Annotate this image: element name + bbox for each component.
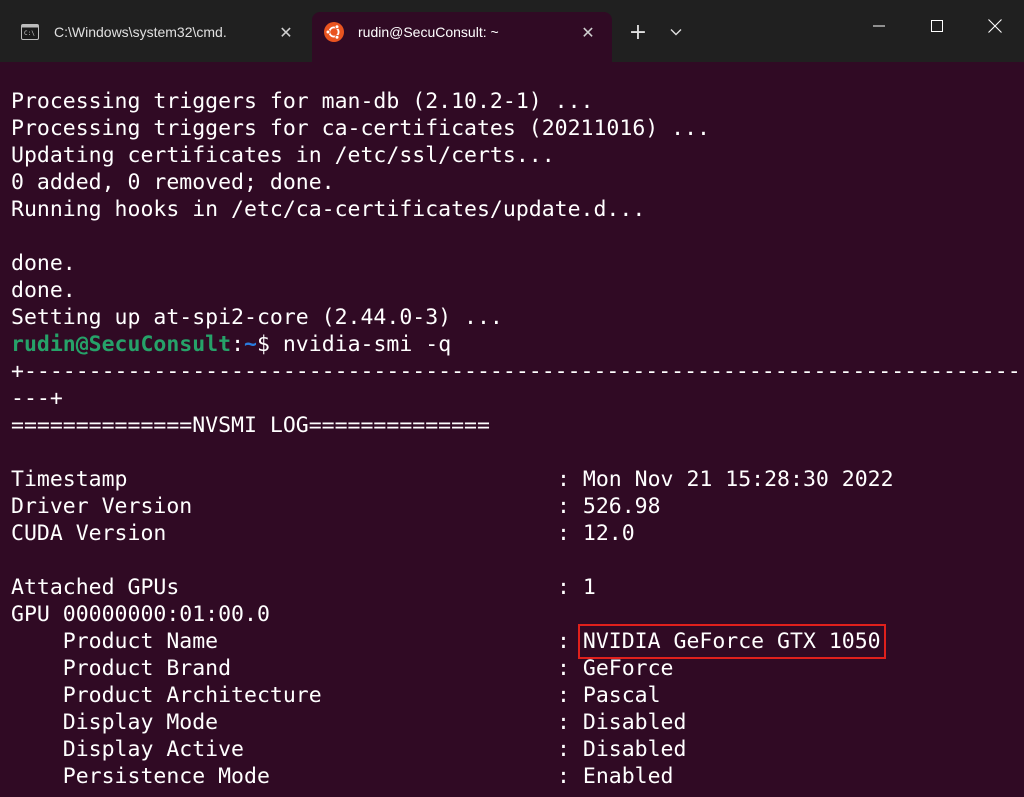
info-key: Product Brand [11, 656, 232, 681]
info-separator: : [557, 683, 583, 708]
tab-title: C:\Windows\system32\cmd. [54, 24, 227, 40]
prompt-colon: : [231, 332, 245, 357]
info-key: Attached GPUs [11, 575, 180, 600]
terminal-line: done. [11, 278, 76, 303]
info-separator: : [557, 494, 583, 519]
info-key: Product Name [11, 629, 219, 654]
cmd-icon: C:\ [20, 22, 40, 42]
info-value: Disabled [582, 710, 687, 735]
info-value: Pascal [582, 683, 661, 708]
table-border-wrap: ---+ [11, 386, 63, 411]
close-tab-icon[interactable]: ✕ [574, 18, 602, 46]
info-separator: : [557, 764, 583, 789]
info-key: Display Active [11, 737, 244, 762]
info-key: CUDA Version [11, 521, 167, 546]
info-separator: : [557, 656, 583, 681]
info-key: Timestamp [11, 467, 128, 492]
minimize-icon[interactable] [850, 0, 908, 52]
info-value: Disabled [582, 737, 687, 762]
terminal-output[interactable]: Processing triggers for man-db (2.10.2-1… [11, 88, 1021, 790]
chevron-down-icon[interactable] [662, 16, 690, 48]
info-row: Display Active: Disabled [11, 736, 1011, 763]
prompt-user-host: rudin@SecuConsult [11, 332, 232, 357]
info-row: Persistence Mode: Enabled [11, 763, 1011, 790]
tab-cmd[interactable]: C:\ C:\Windows\system32\cmd. ✕ [8, 12, 310, 52]
info-row: Attached GPUs: 1 [11, 574, 1011, 601]
info-key: Product Architecture [11, 683, 322, 708]
terminal-line: done. [11, 251, 76, 276]
info-key: Driver Version [11, 494, 193, 519]
prompt-path: ~ [244, 332, 257, 357]
new-tab-button[interactable]: + [622, 16, 654, 48]
info-row: Product Architecture: Pascal [11, 682, 1011, 709]
info-key: Persistence Mode [11, 764, 270, 789]
info-separator: : [557, 467, 583, 492]
close-tab-icon[interactable]: ✕ [272, 18, 300, 46]
info-separator: : [557, 629, 583, 654]
info-separator: : [557, 710, 583, 735]
info-value: 526.98 [582, 494, 661, 519]
tab-ubuntu[interactable]: rudin@SecuConsult: ~ ✕ [312, 12, 612, 62]
svg-text:C:\: C:\ [24, 30, 35, 37]
product-name-highlight: NVIDIA GeForce GTX 1050 [577, 624, 886, 659]
info-key: Display Mode [11, 710, 219, 735]
ubuntu-icon [324, 22, 344, 42]
prompt-dollar: $ [256, 332, 270, 357]
info-row: Driver Version: 526.98 [11, 493, 1011, 520]
terminal-line: Setting up at-spi2-core (2.44.0-3) ... [11, 305, 503, 330]
info-row: Timestamp: Mon Nov 21 15:28:30 2022 [11, 466, 1011, 493]
gpu-id-line: GPU 00000000:01:00.0 [11, 602, 270, 627]
info-value: Enabled [582, 764, 674, 789]
terminal-line: Updating certificates in /etc/ssl/certs.… [11, 143, 555, 168]
close-icon[interactable] [966, 0, 1024, 52]
log-header: ==============NVSMI LOG============== [11, 413, 490, 438]
info-separator: : [557, 575, 583, 600]
info-value: GeForce [582, 656, 674, 681]
terminal-line: Running hooks in /etc/ca-certificates/up… [11, 197, 646, 222]
terminal-line: 0 added, 0 removed; done. [11, 170, 335, 195]
shell-prompt-line: rudin@SecuConsult:~$ nvidia-smi -q [11, 331, 1011, 358]
info-row: Product Brand: GeForce [11, 655, 1011, 682]
table-border-top: +---------------------------------------… [11, 359, 1021, 384]
info-value: Mon Nov 21 15:28:30 2022 [582, 467, 894, 492]
info-separator: : [557, 737, 583, 762]
info-value: 12.0 [582, 521, 635, 546]
tab-title: rudin@SecuConsult: ~ [358, 24, 499, 40]
terminal-line: Processing triggers for ca-certificates … [11, 116, 710, 141]
title-bar: C:\ C:\Windows\system32\cmd. ✕ rudin@Sec… [0, 0, 1024, 62]
terminal-window: C:\ C:\Windows\system32\cmd. ✕ rudin@Sec… [0, 0, 1024, 797]
maximize-icon[interactable] [908, 0, 966, 52]
info-value: 1 [582, 575, 596, 600]
command-text: nvidia-smi -q [269, 332, 452, 357]
info-row: Product Name: NVIDIA GeForce GTX 1050 [11, 624, 1011, 659]
info-separator: : [557, 521, 583, 546]
terminal-line: Processing triggers for man-db (2.10.2-1… [11, 89, 594, 114]
info-row: CUDA Version: 12.0 [11, 520, 1011, 547]
info-row: Display Mode: Disabled [11, 709, 1011, 736]
